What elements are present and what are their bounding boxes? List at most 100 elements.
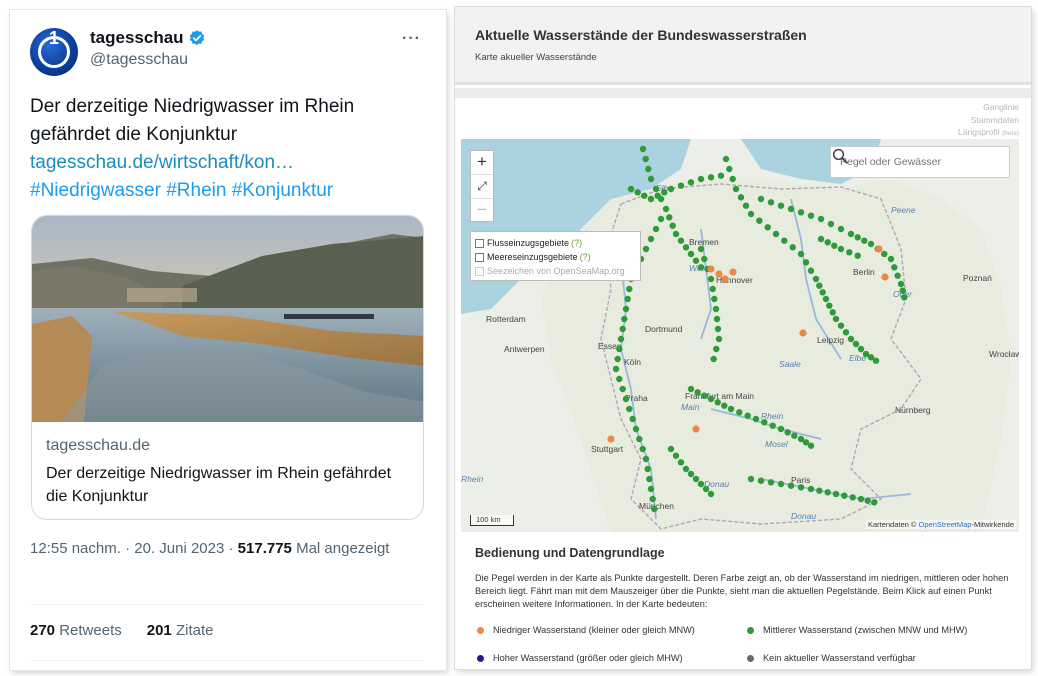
gauge-marker[interactable] [752, 415, 760, 423]
gauge-marker[interactable] [769, 422, 776, 429]
gauge-marker[interactable] [624, 295, 631, 303]
retweets-count[interactable]: 270 [30, 622, 55, 639]
gauge-marker[interactable] [692, 475, 700, 483]
checkbox[interactable] [475, 238, 484, 248]
account-name[interactable]: tagesschau [90, 28, 184, 48]
gauge-marker[interactable] [702, 485, 710, 493]
gauge-marker[interactable] [641, 192, 648, 199]
gauge-marker[interactable] [832, 315, 840, 323]
gauge-marker[interactable] [777, 425, 785, 433]
gauge-marker[interactable] [871, 499, 878, 506]
gauge-marker[interactable] [714, 325, 722, 333]
gauge-marker[interactable] [687, 179, 695, 186]
gauge-marker[interactable] [677, 237, 685, 244]
quotes-label[interactable]: Zitate [176, 622, 214, 639]
gauge-marker[interactable] [784, 429, 791, 436]
gauge-marker[interactable] [682, 465, 690, 473]
hashtag-konjunktur[interactable]: #Konjunktur [232, 180, 333, 201]
osm-link[interactable]: OpenStreetMap [919, 520, 972, 529]
gauge-marker[interactable] [807, 442, 815, 449]
gauge-marker[interactable] [797, 209, 805, 216]
gauge-marker[interactable] [617, 335, 625, 343]
gauge-marker[interactable] [787, 482, 795, 489]
gauge-marker[interactable] [727, 405, 735, 413]
gauge-marker[interactable] [747, 210, 755, 218]
gauge-marker[interactable] [819, 289, 826, 296]
gauge-marker[interactable] [787, 205, 795, 213]
gauge-marker-low[interactable] [721, 275, 729, 283]
gauge-marker[interactable] [642, 155, 649, 163]
gauge-marker[interactable] [616, 345, 623, 353]
gauge-marker[interactable] [767, 479, 775, 486]
card-photo-rhine-low-water[interactable] [32, 216, 424, 422]
gauge-marker[interactable] [672, 452, 680, 459]
gauge-marker[interactable] [764, 224, 771, 231]
zoom-extent-button[interactable]: ⤢ [471, 175, 493, 199]
gauge-marker[interactable] [634, 189, 641, 196]
gauge-marker[interactable] [824, 489, 831, 496]
gauge-marker[interactable] [652, 185, 660, 193]
gauge-marker[interactable] [669, 222, 676, 229]
gauge-marker[interactable] [767, 199, 775, 206]
gauge-marker[interactable] [682, 244, 690, 251]
checkbox[interactable] [475, 266, 484, 276]
tweet-time[interactable]: 12:55 nachm. [30, 540, 121, 557]
gauge-marker[interactable] [802, 259, 810, 266]
gauge-marker[interactable] [854, 252, 861, 259]
hashtag-rhein[interactable]: #Rhein [166, 180, 226, 201]
gauge-marker[interactable] [667, 185, 675, 193]
layer-meereseinzugsgebiete[interactable]: Meereseinzugsgebiete (?) [475, 250, 636, 264]
gauge-marker[interactable] [661, 189, 668, 196]
gauge-marker[interactable] [657, 215, 665, 223]
gauge-marker[interactable] [846, 249, 853, 256]
gauge-marker[interactable] [646, 475, 653, 483]
gauge-marker[interactable] [807, 212, 815, 219]
gauge-marker[interactable] [812, 275, 820, 283]
gauge-marker[interactable] [654, 192, 661, 199]
gauge-marker[interactable] [807, 267, 815, 274]
gauge-marker[interactable] [857, 495, 865, 503]
gauge-marker[interactable] [639, 445, 646, 453]
gauge-marker[interactable] [647, 235, 655, 243]
quotes-count[interactable]: 201 [147, 622, 172, 639]
gauge-marker[interactable] [627, 185, 635, 193]
gauge-marker[interactable] [777, 480, 785, 488]
gauge-marker[interactable] [714, 399, 721, 406]
gauge-marker[interactable] [742, 202, 750, 209]
gauge-marker[interactable] [687, 385, 695, 393]
gauge-marker[interactable] [715, 335, 723, 343]
station-search-input[interactable] [840, 156, 980, 168]
gauge-marker[interactable] [697, 480, 705, 488]
gauge-marker[interactable] [824, 239, 831, 246]
gauge-marker[interactable] [649, 495, 656, 503]
gauge-marker[interactable] [647, 485, 655, 493]
gauge-marker[interactable] [707, 275, 715, 283]
gauge-marker[interactable] [666, 214, 673, 221]
gauge-marker[interactable] [619, 385, 626, 393]
gauge-marker[interactable] [737, 194, 745, 201]
gauge-marker[interactable] [891, 264, 898, 271]
gauge-marker-low[interactable] [729, 268, 737, 276]
gauge-marker[interactable] [781, 237, 788, 244]
gauge-marker[interactable] [757, 477, 765, 484]
tweet-link[interactable]: tagesschau.de/wirtschaft/kon… [30, 152, 294, 173]
account-handle[interactable]: @tagesschau [90, 51, 188, 69]
gauge-marker[interactable] [832, 490, 840, 498]
gauge-marker[interactable] [629, 415, 636, 423]
link-preview-card[interactable]: tagesschau.de Der derzeitige Niedrigwass… [31, 215, 424, 520]
gauge-marker[interactable] [713, 345, 720, 353]
gauge-marker[interactable] [872, 357, 880, 364]
retweets-label[interactable]: Retweets [59, 622, 122, 639]
layer-flusseinzugsgebiete[interactable]: Flusseinzugsgebiete (?) [475, 236, 636, 250]
map-canvas[interactable]: ElbeBremenWeserHannoverBerlinOderPoznańR… [461, 139, 1019, 532]
gauge-marker[interactable] [899, 287, 906, 294]
gauge-marker[interactable] [772, 230, 780, 238]
gauge-marker[interactable] [722, 155, 730, 163]
gauge-marker[interactable] [817, 215, 825, 223]
link-stammdaten[interactable]: Stammdaten [958, 114, 1019, 127]
gauge-marker[interactable] [712, 305, 720, 313]
gauge-marker[interactable] [709, 285, 716, 293]
gauge-marker[interactable] [707, 490, 715, 498]
gauge-marker[interactable] [713, 315, 721, 323]
gauge-marker[interactable] [642, 245, 650, 253]
